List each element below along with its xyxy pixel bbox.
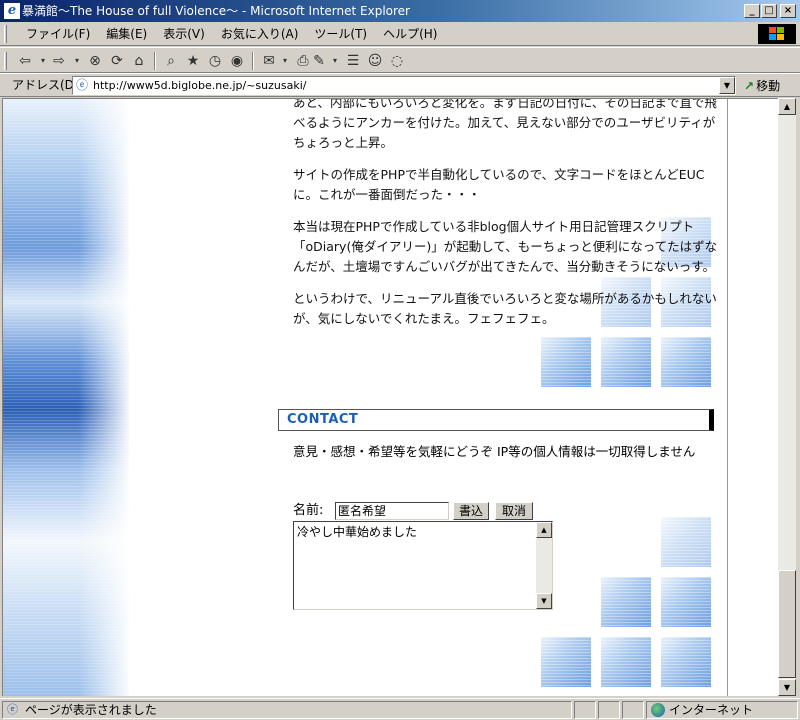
close-button[interactable]: × — [780, 4, 796, 18]
scroll-up-icon[interactable]: ▲ — [536, 522, 552, 538]
go-arrow-icon: ↗ — [744, 79, 755, 93]
contact-heading: CONTACT — [278, 409, 714, 431]
address-input[interactable]: ⓔ http://www5d.biglobe.ne.jp/~suzusaki/ … — [72, 76, 736, 95]
paragraph: サイトの作成をPHPで半自動化しているので、文字コードをほとんどEUCに。これが… — [293, 167, 705, 202]
menu-view[interactable]: 表示(V) — [155, 22, 213, 46]
content-border-line — [727, 99, 728, 696]
paragraph: というわけで、リニューアル直後でいろいろと変な場所があるかもしれないが、気にしな… — [293, 291, 717, 326]
menu-edit[interactable]: 編集(E) — [98, 22, 155, 46]
toolbar: ⇦ ▾ ⇨ ▾ ⊗ ⟳ ⌂ ⌕ ★ ◷ ◉ ✉ ▾ ⎙ ✎ ▾ ☰ ☺ ◌ — [0, 47, 800, 73]
message-textarea[interactable]: 冷やし中華始めました ▲ ▼ — [293, 521, 553, 610]
status-pane — [574, 701, 596, 719]
address-bar: アドレス(D) ⓔ http://www5d.biglobe.ne.jp/~su… — [0, 73, 800, 97]
security-zone-text: インターネット — [669, 703, 754, 717]
deco-tile — [661, 517, 711, 567]
go-label: 移動 — [756, 79, 781, 93]
deco-tile — [541, 637, 591, 687]
media-icon[interactable]: ◉ — [228, 52, 246, 70]
menu-bar: ファイル(F) 編集(E) 表示(V) お気に入り(A) ツール(T) ヘルプ(… — [0, 22, 800, 46]
menubar-grip[interactable] — [4, 25, 7, 43]
address-dropdown-button[interactable]: ▼ — [719, 77, 735, 94]
toolbar-separator — [154, 52, 156, 70]
windows-logo-icon — [758, 24, 796, 44]
deco-tile — [601, 337, 651, 387]
ie-logo-icon: e — [4, 3, 20, 19]
deco-tile — [541, 337, 591, 387]
scrollbar-thumb[interactable] — [778, 570, 796, 678]
status-pane — [598, 701, 620, 719]
forward-icon[interactable]: ⇨ — [50, 52, 68, 70]
name-label: 名前: — [293, 503, 324, 518]
name-input[interactable]: 匿名希望 — [335, 502, 449, 520]
menu-file[interactable]: ファイル(F) — [18, 22, 98, 46]
globe-icon — [651, 703, 665, 717]
status-pane — [622, 701, 644, 719]
stop-icon[interactable]: ⊗ — [86, 52, 104, 70]
menu-favorites[interactable]: お気に入り(A) — [213, 22, 307, 46]
menu-help[interactable]: ヘルプ(H) — [375, 22, 445, 46]
submit-button[interactable]: 書込 — [453, 502, 489, 520]
edit-dropdown-icon[interactable]: ▾ — [326, 52, 344, 70]
minimize-button[interactable]: _ — [744, 4, 760, 18]
message-text: 冷やし中華始めました — [297, 525, 418, 539]
title-bar[interactable]: e 暴満館～The House of full Violence～ - Micr… — [0, 0, 800, 22]
deco-tile — [661, 637, 711, 687]
history-icon[interactable]: ◷ — [206, 52, 224, 70]
page-scrollbar[interactable]: ▲ ▼ — [778, 98, 796, 696]
page-done-icon: ⓔ — [7, 703, 18, 716]
scroll-down-icon[interactable]: ▼ — [536, 593, 552, 609]
mail-dropdown-icon[interactable]: ▾ — [276, 52, 294, 70]
status-bar: ⓔ ページが表示されました インターネット — [0, 698, 800, 720]
paragraph: 本当は現在PHPで作成している非blog個人サイト用日記管理スクリプト「oDia… — [293, 219, 718, 274]
status-main-pane: ⓔ ページが表示されました — [2, 701, 572, 719]
maximize-button[interactable]: □ — [761, 4, 777, 18]
back-icon[interactable]: ⇦ — [16, 52, 34, 70]
menu-tools[interactable]: ツール(T) — [306, 22, 375, 46]
contact-description: 意見・感想・希望等を気軽にどうぞ IP等の個人情報は一切取得しません — [293, 444, 696, 459]
scroll-down-icon[interactable]: ▼ — [778, 679, 796, 696]
page-icon: ⓔ — [76, 78, 89, 92]
message-scrollbar[interactable]: ▲ ▼ — [536, 522, 552, 609]
security-zone-pane: インターネット — [646, 701, 798, 719]
sky-decoration-image — [3, 99, 129, 696]
deco-tile — [601, 577, 651, 627]
deco-tile — [661, 577, 711, 627]
scroll-up-icon[interactable]: ▲ — [778, 98, 796, 115]
go-button[interactable]: ↗ 移動 — [744, 76, 780, 96]
toolbar-grip[interactable] — [4, 52, 7, 70]
deco-tile — [601, 637, 651, 687]
status-text: ページが表示されました — [25, 703, 157, 717]
search-icon[interactable]: ⌕ — [162, 52, 180, 70]
deco-tile — [661, 337, 711, 387]
diary-text: あと、内部にもいろいろと変化を。まず日記の日付に、その日記まで直で飛べるようにア… — [293, 98, 721, 341]
address-label: アドレス(D) — [12, 78, 79, 92]
toolbar-separator — [252, 52, 254, 70]
page-viewport[interactable]: あと、内部にもいろいろと変化を。まず日記の日付に、その日記まで直で飛べるようにア… — [2, 98, 778, 696]
favorites-icon[interactable]: ★ — [184, 52, 202, 70]
home-icon[interactable]: ⌂ — [130, 52, 148, 70]
messenger-icon[interactable]: ☺ — [366, 52, 384, 70]
discuss-icon[interactable]: ☰ — [344, 52, 362, 70]
forward-dropdown-icon[interactable]: ▾ — [68, 52, 86, 70]
window-title: 暴満館～The House of full Violence～ - Micros… — [22, 4, 410, 18]
research-icon[interactable]: ◌ — [388, 52, 406, 70]
refresh-icon[interactable]: ⟳ — [108, 52, 126, 70]
browser-window: e 暴満館～The House of full Violence～ - Micr… — [0, 0, 800, 720]
paragraph: あと、内部にもいろいろと変化を。まず日記の日付に、その日記まで直で飛べるようにア… — [293, 98, 717, 150]
cancel-button[interactable]: 取消 — [495, 502, 533, 520]
address-url[interactable]: http://www5d.biglobe.ne.jp/~suzusaki/ — [93, 77, 306, 94]
contact-heading-text: CONTACT — [287, 412, 359, 427]
